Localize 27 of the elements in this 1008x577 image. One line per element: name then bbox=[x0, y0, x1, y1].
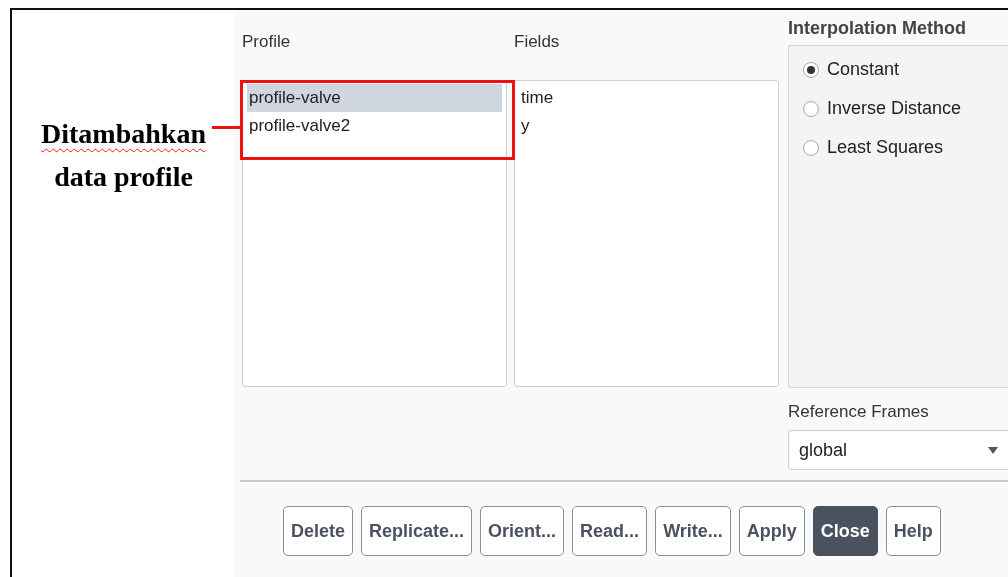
annotation-text: data profile bbox=[54, 160, 193, 194]
group-title: Interpolation Method bbox=[788, 18, 967, 38]
profile-label: Profile bbox=[242, 32, 292, 52]
leader-line bbox=[212, 126, 240, 129]
field-item[interactable]: time bbox=[519, 84, 774, 112]
profile-item[interactable]: profile-valve bbox=[247, 84, 502, 112]
radio-option[interactable]: Inverse Distance bbox=[803, 93, 962, 124]
reference-frames-dropdown[interactable]: global bbox=[788, 430, 1008, 470]
dialog-button[interactable]: Delete bbox=[283, 506, 354, 556]
radio-icon[interactable] bbox=[803, 100, 819, 117]
radio-icon[interactable] bbox=[803, 139, 819, 156]
radio-option[interactable]: Constant bbox=[803, 54, 900, 85]
dialog-button[interactable]: Write... bbox=[655, 506, 731, 556]
dialog-button[interactable]: Replicate... bbox=[361, 506, 473, 556]
dialog-button[interactable]: Read... bbox=[572, 506, 648, 556]
dialog-button[interactable]: Close bbox=[812, 506, 878, 556]
dialog-button[interactable]: Orient... bbox=[480, 506, 565, 556]
radio-icon[interactable] bbox=[803, 61, 819, 78]
field-item[interactable]: y bbox=[519, 112, 774, 140]
dialog-button[interactable]: Help bbox=[885, 506, 941, 556]
profile-item[interactable]: profile-valve2 bbox=[247, 112, 502, 140]
annotation-text: Ditambahkan bbox=[41, 117, 206, 151]
dropdown-caret-icon bbox=[988, 446, 998, 454]
dialog-button[interactable]: Apply bbox=[738, 506, 805, 556]
radio-option[interactable]: Least Squares bbox=[803, 132, 944, 163]
reference-frames-label: Reference Frames bbox=[788, 402, 930, 422]
fields-label: Fields bbox=[514, 32, 561, 52]
